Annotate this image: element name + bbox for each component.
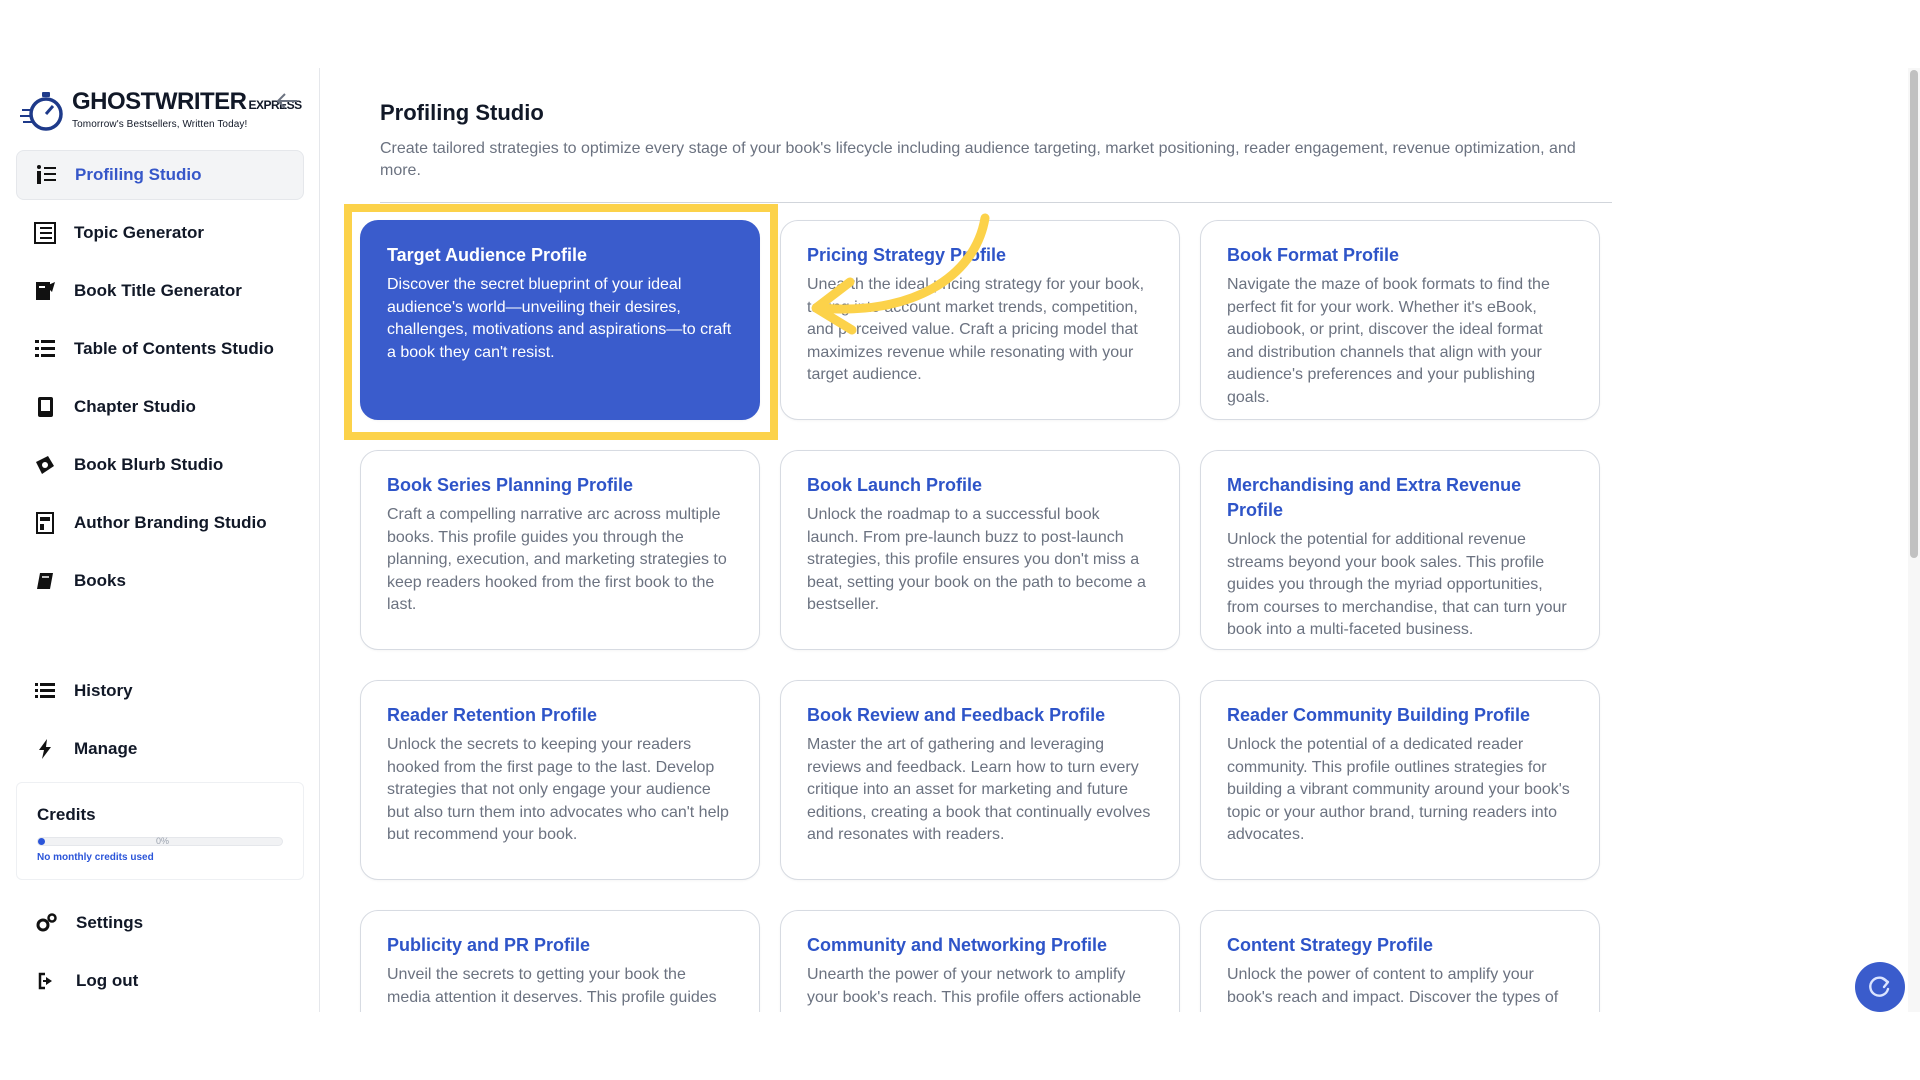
credits-panel: Credits 0% No monthly credits used bbox=[16, 782, 304, 880]
card-description: Unlock the potential for additional reve… bbox=[1227, 531, 1567, 638]
collapse-sidebar-button[interactable] bbox=[274, 88, 300, 114]
card-book-launch-profile[interactable]: Book Launch Profile Unlock the roadmap t… bbox=[780, 450, 1180, 650]
vertical-scrollbar[interactable] bbox=[1908, 68, 1920, 1012]
sidebar-item-label: Book Blurb Studio bbox=[74, 455, 224, 474]
app-window: GHOSTWRITER EXPRESS Tomorrow's Bestseller… bbox=[0, 68, 1920, 1012]
refresh-icon bbox=[1869, 976, 1890, 997]
divider bbox=[380, 202, 1612, 203]
brand-name: GHOSTWRITER EXPRESS bbox=[72, 88, 302, 115]
card-book-series-planning-profile[interactable]: Book Series Planning Profile Craft a com… bbox=[360, 450, 760, 650]
sidebar-footer-nav: Settings Log out bbox=[16, 898, 304, 1012]
sidebar-item-label: Profiling Studio bbox=[75, 165, 202, 184]
sidebar-item-history[interactable]: History bbox=[16, 666, 304, 716]
sidebar-item-label: Table of Contents Studio bbox=[74, 339, 274, 358]
gear-icon bbox=[34, 910, 60, 936]
page-description: Create tailored strategies to optimize e… bbox=[380, 140, 1576, 179]
arrow-left-icon bbox=[276, 93, 297, 109]
credits-percent: 0% bbox=[156, 836, 170, 846]
card-reader-community-building-profile[interactable]: Reader Community Building Profile Unlock… bbox=[1200, 680, 1600, 880]
card-title: Merchandising and Extra Revenue Profile bbox=[1227, 475, 1522, 520]
credits-progress-bar: 0% bbox=[37, 836, 283, 846]
card-description: Unearth the power of your network to amp… bbox=[807, 966, 1142, 1006]
card-target-audience-profile[interactable]: Target Audience Profile Discover the sec… bbox=[360, 220, 760, 420]
card-community-networking-profile[interactable]: Community and Networking Profile Unearth… bbox=[780, 910, 1180, 1012]
card-book-format-profile[interactable]: Book Format Profile Navigate the maze of… bbox=[1200, 220, 1600, 420]
stopwatch-logo-icon bbox=[20, 86, 68, 134]
sidebar-item-books[interactable]: Books bbox=[16, 556, 304, 606]
brand-logo[interactable]: GHOSTWRITER EXPRESS Tomorrow's Bestseller… bbox=[20, 86, 302, 134]
branding-icon bbox=[32, 510, 58, 536]
sidebar-item-label: Chapter Studio bbox=[74, 397, 196, 416]
card-publicity-pr-profile[interactable]: Publicity and PR Profile Unveil the secr… bbox=[360, 910, 760, 1012]
card-description: Craft a compelling narrative arc across … bbox=[387, 506, 727, 613]
sidebar-item-book-title-generator[interactable]: Book Title Generator bbox=[16, 266, 304, 316]
sidebar: GHOSTWRITER EXPRESS Tomorrow's Bestseller… bbox=[0, 68, 320, 1012]
sidebar-item-book-blurb-studio[interactable]: Book Blurb Studio bbox=[16, 440, 304, 490]
card-title: Reader Community Building Profile bbox=[1227, 705, 1531, 725]
card-title: Content Strategy Profile bbox=[1227, 935, 1434, 955]
book-title-icon bbox=[32, 278, 58, 304]
bolt-icon bbox=[32, 736, 58, 762]
card-description: Discover the secret blueprint of your id… bbox=[387, 276, 732, 361]
sidebar-item-label: Books bbox=[74, 571, 126, 590]
sidebar-secondary-nav: History Manage bbox=[16, 666, 304, 782]
sidebar-item-profiling-studio[interactable]: Profiling Studio bbox=[16, 150, 304, 200]
credits-title: Credits bbox=[37, 805, 96, 824]
card-description: Unearth the ideal pricing strategy for y… bbox=[807, 276, 1145, 383]
scrollbar-thumb[interactable] bbox=[1910, 70, 1918, 558]
card-merchandising-profile[interactable]: Merchandising and Extra Revenue Profile … bbox=[1200, 450, 1600, 650]
card-description: Navigate the maze of book formats to fin… bbox=[1227, 276, 1550, 406]
sidebar-item-label: Book Title Generator bbox=[74, 281, 242, 300]
chapter-icon bbox=[32, 394, 58, 420]
credits-progress-fill bbox=[38, 838, 46, 845]
card-book-review-feedback-profile[interactable]: Book Review and Feedback Profile Master … bbox=[780, 680, 1180, 880]
card-description: Unlock the secrets to keeping your reade… bbox=[387, 736, 729, 843]
card-title: Pricing Strategy Profile bbox=[807, 245, 1007, 265]
sidebar-item-label: Settings bbox=[76, 913, 144, 932]
book-icon bbox=[32, 568, 58, 594]
sidebar-item-author-branding-studio[interactable]: Author Branding Studio bbox=[16, 498, 304, 548]
card-title: Book Series Planning Profile bbox=[387, 475, 634, 495]
main-content: Profiling Studio Create tailored strateg… bbox=[344, 68, 1612, 1012]
logout-icon bbox=[34, 968, 60, 994]
card-reader-retention-profile[interactable]: Reader Retention Profile Unlock the secr… bbox=[360, 680, 760, 880]
card-title: Target Audience Profile bbox=[387, 245, 588, 265]
topic-icon bbox=[32, 220, 58, 246]
sidebar-item-manage[interactable]: Manage bbox=[16, 724, 304, 774]
sidebar-item-log-out[interactable]: Log out bbox=[16, 956, 304, 1006]
floating-action-button[interactable] bbox=[1855, 962, 1905, 1012]
card-title: Reader Retention Profile bbox=[387, 705, 598, 725]
sidebar-item-label: Manage bbox=[74, 739, 138, 758]
list-icon bbox=[33, 162, 59, 188]
card-description: Unlock the potential of a dedicated read… bbox=[1227, 736, 1570, 843]
sidebar-item-topic-generator[interactable]: Topic Generator bbox=[16, 208, 304, 258]
card-title: Book Format Profile bbox=[1227, 245, 1400, 265]
sidebar-item-table-of-contents-studio[interactable]: Table of Contents Studio bbox=[16, 324, 304, 374]
credits-note: No monthly credits used bbox=[37, 852, 154, 863]
card-title: Publicity and PR Profile bbox=[387, 935, 591, 955]
card-description: Master the art of gathering and leveragi… bbox=[807, 736, 1151, 843]
blurb-icon bbox=[32, 452, 58, 478]
card-description: Unveil the secrets to getting your book … bbox=[387, 966, 717, 1012]
card-description: Unlock the power of content to amplify y… bbox=[1227, 966, 1559, 1012]
sidebar-item-chapter-studio[interactable]: Chapter Studio bbox=[16, 382, 304, 432]
brand-tagline: Tomorrow's Bestsellers, Written Today! bbox=[72, 119, 248, 130]
sidebar-item-label: History bbox=[74, 681, 133, 700]
sidebar-nav: Profiling Studio Topic Generator Book Ti… bbox=[16, 150, 304, 614]
toc-icon bbox=[32, 336, 58, 362]
card-pricing-strategy-profile[interactable]: Pricing Strategy Profile Unearth the ide… bbox=[780, 220, 1180, 420]
sidebar-item-settings[interactable]: Settings bbox=[16, 898, 304, 948]
card-title: Book Review and Feedback Profile bbox=[807, 705, 1106, 725]
history-icon bbox=[32, 678, 58, 704]
sidebar-item-label: Topic Generator bbox=[74, 223, 205, 242]
page-title: Profiling Studio bbox=[380, 100, 544, 125]
sidebar-item-label: Author Branding Studio bbox=[74, 513, 267, 532]
card-title: Community and Networking Profile bbox=[807, 935, 1108, 955]
card-content-strategy-profile[interactable]: Content Strategy Profile Unlock the powe… bbox=[1200, 910, 1600, 1012]
sidebar-item-label: Log out bbox=[76, 971, 139, 990]
card-description: Unlock the roadmap to a successful book … bbox=[807, 506, 1146, 613]
card-title: Book Launch Profile bbox=[807, 475, 983, 495]
